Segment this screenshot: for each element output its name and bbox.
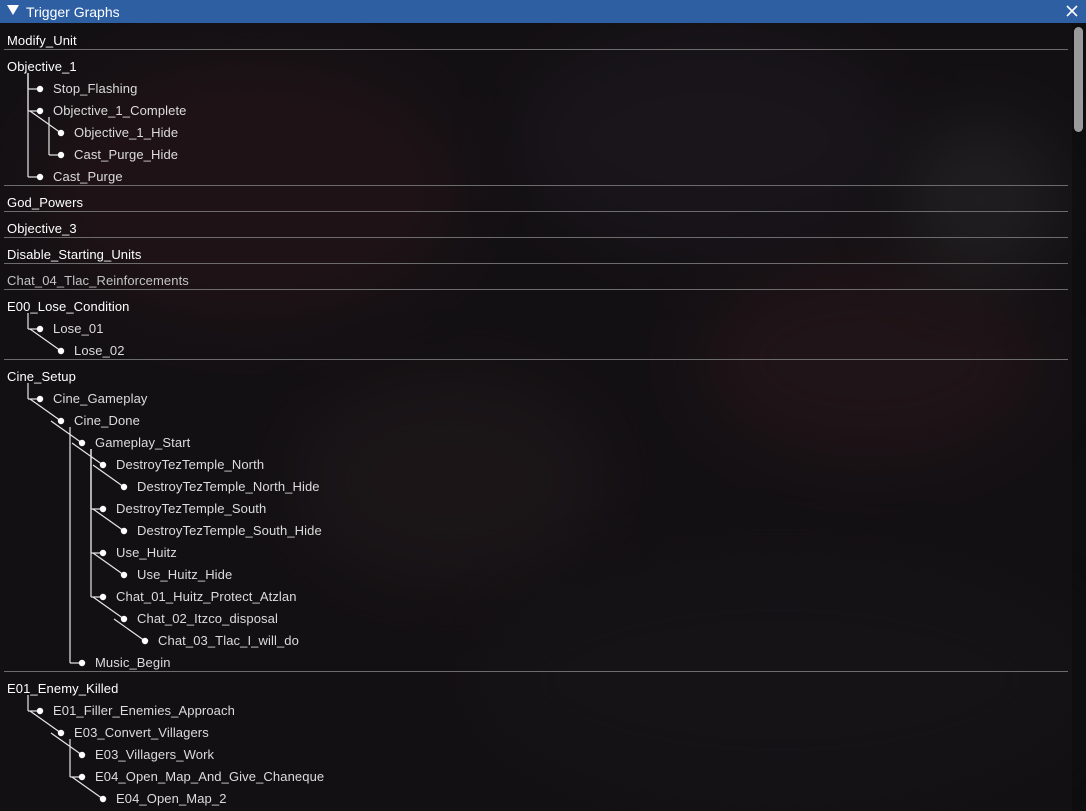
trigger-child-item[interactable]: Lose_01 <box>53 321 104 337</box>
trigger-child-item[interactable]: E04_Open_Map_2 <box>116 791 227 807</box>
trigger-child-item[interactable]: DestroyTezTemple_South_Hide <box>137 523 322 539</box>
trigger-child-item[interactable]: Chat_01_Huitz_Protect_Atzlan <box>116 589 297 605</box>
trigger-root-item[interactable]: Disable_Starting_Units <box>7 247 141 263</box>
trigger-root-item[interactable]: Modify_Unit <box>7 33 77 49</box>
trigger-child-item[interactable]: Gameplay_Start <box>95 435 190 451</box>
trigger-child-item[interactable]: Use_Huitz <box>116 545 177 561</box>
group-separator <box>4 359 1068 360</box>
trigger-root-item[interactable]: Chat_04_Tlac_Reinforcements <box>7 273 189 289</box>
trigger-root-item[interactable]: E01_Enemy_Killed <box>7 681 118 697</box>
trigger-child-item[interactable]: DestroyTezTemple_North_Hide <box>137 479 320 495</box>
scrollbar-thumb[interactable] <box>1074 27 1083 132</box>
trigger-root-item[interactable]: E00_Lose_Condition <box>7 299 130 315</box>
trigger-child-item[interactable]: Objective_1_Complete <box>53 103 187 119</box>
trigger-root-item[interactable]: Cine_Setup <box>7 369 76 385</box>
trigger-child-item[interactable]: Use_Huitz_Hide <box>137 567 232 583</box>
trigger-child-item[interactable]: Music_Begin <box>95 655 171 671</box>
trigger-child-item[interactable]: E01_Filler_Enemies_Approach <box>53 703 235 719</box>
collapse-triangle-icon[interactable] <box>7 5 19 15</box>
group-separator <box>4 211 1068 212</box>
trigger-graph-list[interactable]: Modify_Unit Objective_1 Stop_Flashing Objec… <box>0 23 1072 811</box>
trigger-child-item[interactable]: Cast_Purge_Hide <box>74 147 178 163</box>
trigger-root-item[interactable]: Objective_1 <box>7 59 77 75</box>
trigger-child-item[interactable]: E03_Convert_Villagers <box>74 725 209 741</box>
window-title: Trigger Graphs <box>26 4 120 20</box>
trigger-child-item[interactable]: DestroyTezTemple_South <box>116 501 266 517</box>
group-separator <box>4 49 1068 50</box>
group-separator <box>4 671 1068 672</box>
trigger-child-item[interactable]: E03_Villagers_Work <box>95 747 214 763</box>
trigger-child-item[interactable]: Stop_Flashing <box>53 81 137 97</box>
trigger-child-item[interactable]: E04_Open_Map_And_Give_Chaneque <box>95 769 324 785</box>
trigger-child-item[interactable]: Objective_1_Hide <box>74 125 178 141</box>
trigger-child-item[interactable]: Cine_Gameplay <box>53 391 148 407</box>
trigger-child-item[interactable]: Chat_02_Itzco_disposal <box>137 611 278 627</box>
group-separator <box>4 289 1068 290</box>
trigger-child-item[interactable]: DestroyTezTemple_North <box>116 457 264 473</box>
trigger-child-item[interactable]: Cine_Done <box>74 413 140 429</box>
group-separator <box>4 237 1068 238</box>
group-separator <box>4 263 1068 264</box>
window-titlebar[interactable]: Trigger Graphs <box>0 0 1086 23</box>
close-icon[interactable] <box>1064 3 1080 19</box>
trigger-child-item[interactable]: Cast_Purge <box>53 169 123 185</box>
trigger-child-item[interactable]: Lose_02 <box>74 343 125 359</box>
group-separator <box>4 185 1068 186</box>
trigger-root-item[interactable]: God_Powers <box>7 195 83 211</box>
trigger-child-item[interactable]: Chat_03_Tlac_I_will_do <box>158 633 299 649</box>
vertical-scrollbar[interactable] <box>1072 23 1086 811</box>
trigger-root-item[interactable]: Objective_3 <box>7 221 77 237</box>
